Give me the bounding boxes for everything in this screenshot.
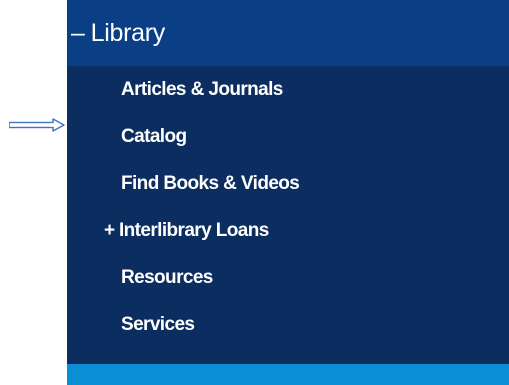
collapse-toggle-icon[interactable]: – (71, 19, 85, 48)
expand-plus-icon[interactable]: + (104, 207, 119, 254)
nav-item-services[interactable]: Services (67, 301, 509, 348)
nav-item-find-books-videos[interactable]: Find Books & Videos (67, 160, 509, 207)
nav-item-catalog[interactable]: Catalog (67, 113, 509, 160)
nav-item-label: Catalog (121, 126, 187, 147)
nav-item-interlibrary-loans[interactable]: + Interlibrary Loans (67, 207, 509, 254)
library-nav-menu: – Library Articles & Journals Catalog Fi… (67, 0, 509, 385)
library-nav-list: Articles & Journals Catalog Find Books &… (67, 66, 509, 348)
nav-item-label: Articles & Journals (121, 79, 283, 100)
nav-item-label: Resources (121, 267, 213, 288)
nav-item-label: Find Books & Videos (121, 173, 300, 194)
nav-item-label: Interlibrary Loans (119, 220, 269, 241)
library-section-header[interactable]: – Library (67, 0, 509, 66)
nav-item-resources[interactable]: Resources (67, 254, 509, 301)
nav-item-articles-journals[interactable]: Articles & Journals (67, 66, 509, 113)
right-arrow-icon (9, 118, 65, 132)
nav-item-label: Services (121, 314, 195, 335)
library-header-label: Library (90, 18, 166, 47)
nav-footer-bar (67, 364, 509, 385)
